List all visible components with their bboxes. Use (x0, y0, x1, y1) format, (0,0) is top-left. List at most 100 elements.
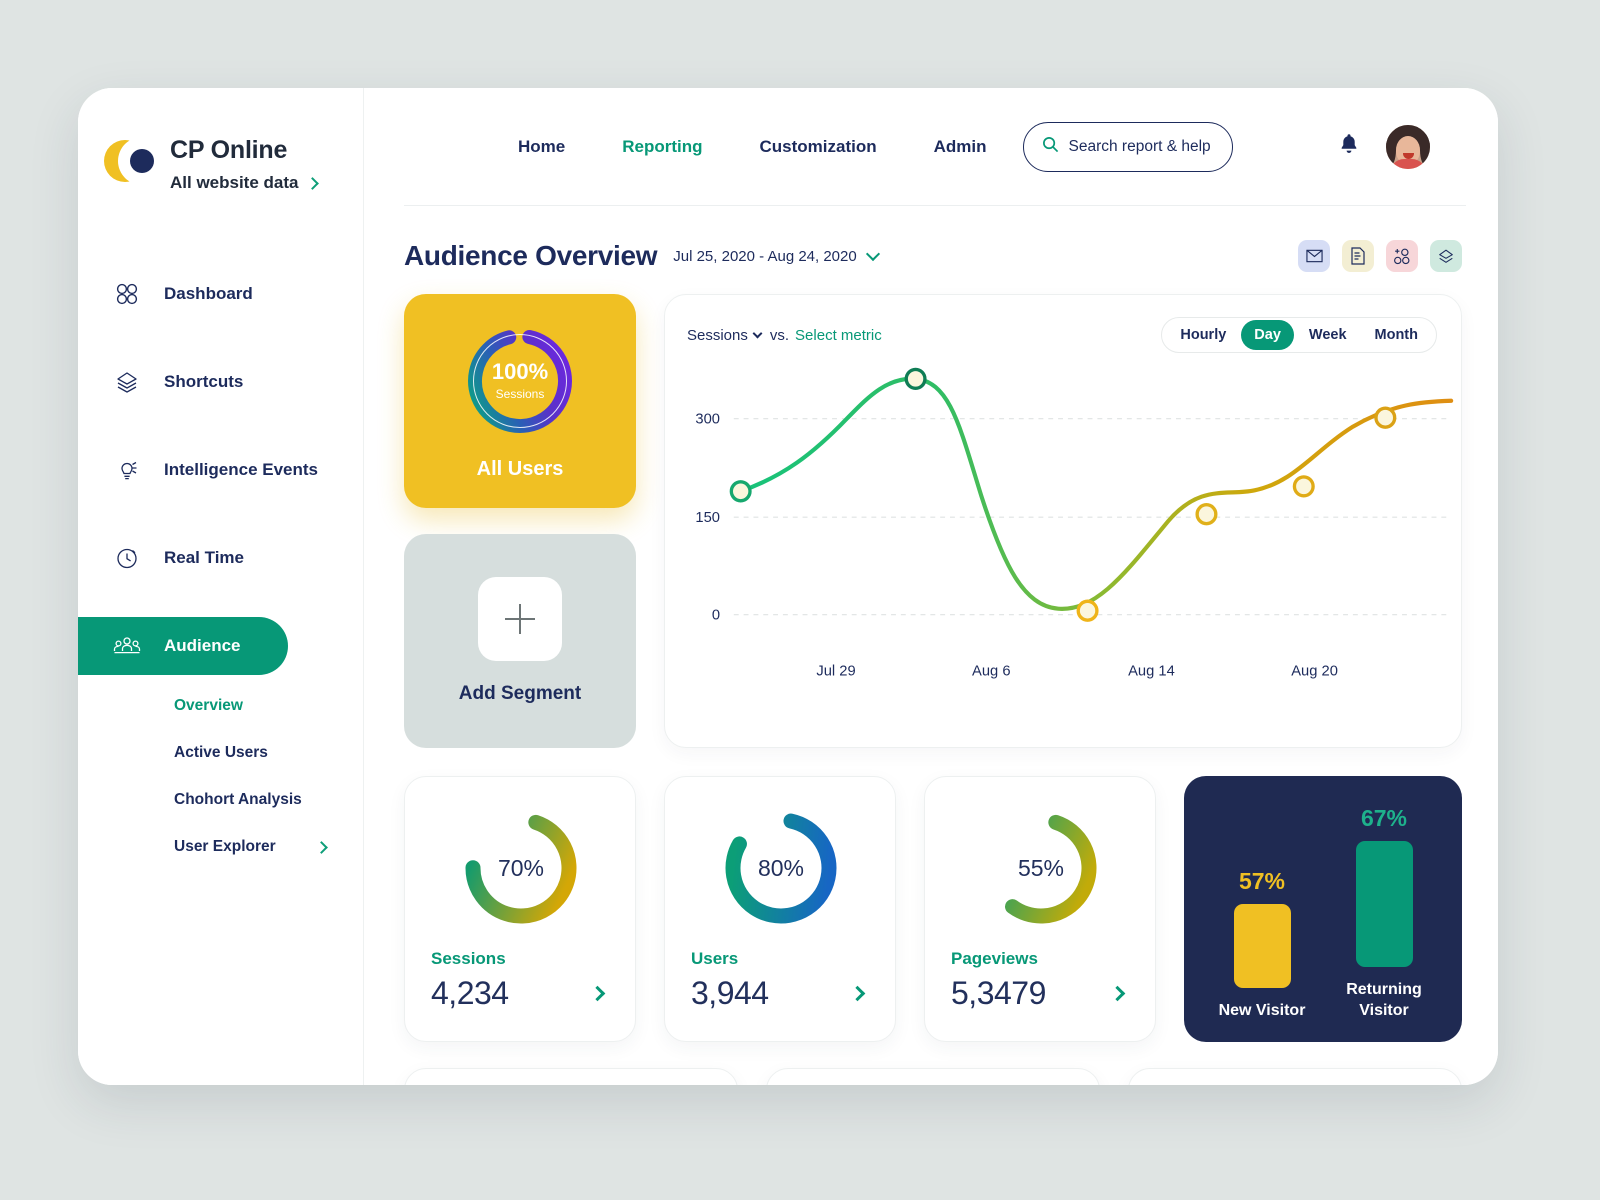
sidebar-subitem-active-users[interactable]: Active Users (174, 744, 326, 762)
people-group-icon (112, 631, 142, 661)
bottom-card[interactable] (766, 1068, 1100, 1085)
topnav-home[interactable]: Home (518, 137, 565, 157)
sidebar-subitem-label: User Explorer (174, 838, 276, 855)
chevron-right-icon (315, 840, 328, 854)
bell-icon[interactable] (1338, 132, 1360, 161)
main-content: Home Reporting Customization Admin Searc… (364, 88, 1498, 1085)
search-input[interactable]: Search report & help (1022, 121, 1233, 172)
sidebar-item-real-time[interactable]: Real Time (78, 529, 363, 587)
y-tick-label: 0 (712, 608, 720, 624)
all-users-label: All Users (476, 457, 564, 480)
users-percent: 80% (757, 854, 805, 881)
chevron-right-icon[interactable] (589, 985, 606, 1002)
range-option-week[interactable]: Week (1296, 320, 1360, 350)
returning-visitor-percent: 67% (1360, 805, 1408, 832)
add-segment-label: Add Segment (458, 683, 582, 704)
top-bar: Home Reporting Customization Admin Searc… (404, 88, 1466, 206)
users-ring-chart: 80% (716, 803, 846, 933)
sidebar-subitem-label: Active Users (174, 744, 268, 761)
sidebar-subnav: Overview Active Users Chohort Analysis U… (78, 697, 363, 856)
lightbulb-icon (112, 455, 142, 485)
pageviews-value: 5,3479 (951, 975, 1046, 1011)
sidebar-subitem-overview[interactable]: Overview (174, 697, 326, 715)
page-header: Audience Overview Jul 25, 2020 - Aug 24,… (364, 206, 1498, 272)
brand-subtitle: All website data (170, 173, 299, 192)
clock-icon (112, 543, 142, 573)
sidebar-subitem-label: Overview (174, 697, 243, 714)
metric-card-pageviews[interactable]: 55% Pageviews 5,3479 (924, 776, 1156, 1042)
range-option-month[interactable]: Month (1362, 320, 1431, 350)
chart-data-point (1374, 406, 1397, 429)
new-visitor-percent: 57% (1238, 868, 1286, 895)
sidebar-nav: Dashboard Shortcuts Intelligence Events … (78, 265, 363, 856)
sidebar-item-label: Shortcuts (164, 372, 244, 391)
vs-label: vs. (769, 326, 790, 344)
metric-card-sessions[interactable]: 70% Sessions 4,234 (404, 776, 636, 1042)
chevron-down-icon (752, 328, 763, 338)
bottom-cards-row (364, 1042, 1498, 1085)
returning-visitor-label: Returning Visitor (1346, 981, 1422, 1020)
sidebar-subitem-user-explorer[interactable]: User Explorer (174, 838, 328, 856)
all-users-percent: 100% (491, 358, 549, 384)
app-window: CP Online All website data Dashboard Sho… (78, 88, 1498, 1085)
segments-column: 100% Sessions All Users Add Segment (404, 294, 636, 748)
sidebar-item-label: Audience (164, 636, 241, 655)
users-value: 3,944 (691, 975, 769, 1011)
sidebar-item-dashboard[interactable]: Dashboard (78, 265, 363, 323)
search-icon (1042, 136, 1059, 158)
sidebar-item-audience[interactable]: Audience (78, 591, 288, 701)
range-option-hourly[interactable]: Hourly (1167, 320, 1239, 350)
plus-icon[interactable] (478, 577, 562, 661)
all-users-donut-chart: 100% Sessions (461, 322, 579, 440)
page-title: Audience Overview (404, 240, 658, 271)
chart-line-series (738, 376, 1454, 611)
brand[interactable]: CP Online All website data (78, 88, 363, 193)
metric-cards-row: 70% Sessions 4,234 80% Users 3,944 55% P… (364, 748, 1498, 1042)
select-metric-link[interactable]: Select metric (795, 327, 882, 344)
sessions-percent: 70% (497, 854, 545, 881)
pageviews-percent: 55% (1017, 854, 1065, 881)
header-actions (1298, 240, 1462, 272)
export-report-button[interactable] (1342, 240, 1374, 272)
pageviews-label: Pageviews (951, 949, 1038, 968)
all-users-segment-card[interactable]: 100% Sessions All Users (404, 294, 636, 508)
sidebar-item-shortcuts[interactable]: Shortcuts (78, 353, 363, 411)
topnav-admin[interactable]: Admin (934, 137, 987, 157)
bottom-card[interactable] (404, 1068, 738, 1085)
metric-card-users[interactable]: 80% Users 3,944 (664, 776, 896, 1042)
returning-visitor-column: 67% Returning Visitor (1336, 805, 1432, 1022)
sessions-line-chart: 300 150 0 Jul 29 Aug 6 Aug 14 Aug 20 (665, 357, 1461, 747)
sessions-label: Sessions (431, 949, 506, 968)
sidebar-item-label: Intelligence Events (164, 460, 318, 479)
returning-visitor-bar (1355, 841, 1413, 968)
bottom-card[interactable] (1128, 1068, 1462, 1085)
email-report-button[interactable] (1298, 240, 1330, 272)
share-report-button[interactable] (1430, 240, 1462, 272)
range-toggle-group: Hourly Day Week Month (1161, 317, 1437, 353)
y-tick-label: 300 (695, 412, 720, 428)
search-placeholder: Search report & help (1068, 137, 1211, 155)
x-tick-label: Aug 14 (1128, 663, 1175, 679)
new-visitor-column: 57% New Visitor (1214, 868, 1310, 1022)
chevron-right-icon[interactable] (1109, 985, 1126, 1002)
sidebar-subitem-chohort-analysis[interactable]: Chohort Analysis (174, 791, 326, 809)
layers-icon (112, 367, 142, 397)
sessions-chart-card: Sessions vs. Select metric Hourly Day We… (664, 294, 1462, 748)
chevron-right-icon[interactable] (849, 985, 866, 1002)
add-segment-card[interactable]: Add Segment (404, 534, 636, 748)
date-range-label[interactable]: Jul 25, 2020 - Aug 24, 2020 (673, 248, 856, 265)
brand-title: CP Online (170, 136, 288, 164)
sidebar-item-label: Real Time (164, 548, 245, 567)
topnav-customization[interactable]: Customization (760, 137, 877, 157)
metric-selector[interactable]: Sessions (687, 327, 763, 344)
chart-data-point (1076, 599, 1099, 622)
add-user-button[interactable] (1386, 240, 1418, 272)
chevron-down-icon[interactable] (865, 246, 880, 261)
topnav-reporting[interactable]: Reporting (622, 137, 702, 157)
range-option-day[interactable]: Day (1241, 320, 1294, 350)
chevron-right-icon[interactable] (306, 176, 320, 190)
x-tick-label: Aug 6 (972, 663, 1011, 679)
sidebar-item-intelligence-events[interactable]: Intelligence Events (78, 441, 363, 499)
user-avatar[interactable] (1386, 124, 1430, 169)
chart-data-point (904, 367, 927, 391)
